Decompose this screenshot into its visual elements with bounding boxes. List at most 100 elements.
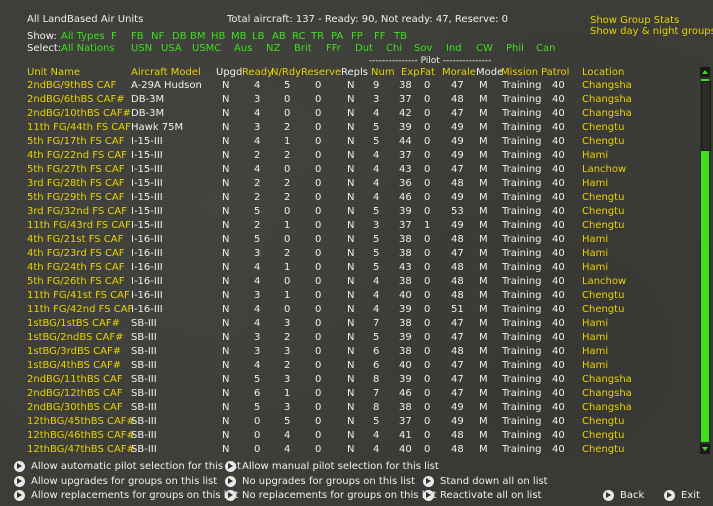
patrol-cell[interactable]: 40 [552,122,565,134]
aircraft-model-cell[interactable]: SB-III [131,416,157,428]
upgd-cell[interactable]: N [222,178,229,190]
repls-cell[interactable]: N [347,164,354,176]
type-filter-9[interactable]: AB [272,31,286,43]
nation-filter-0[interactable]: All Nations [61,43,115,55]
nation-filter-1[interactable]: USN [131,43,152,55]
location-cell[interactable]: Changsha [582,388,632,400]
mode-cell[interactable]: M [479,276,488,288]
upgd-cell[interactable]: N [222,388,229,400]
no-replacements-option[interactable]: No replacements for groups on this list [225,490,436,502]
repls-cell[interactable]: N [347,444,354,456]
unit-name-cell[interactable]: 1stBG/1stBS CAF# [27,318,120,330]
mode-cell[interactable]: M [479,430,488,442]
repls-cell[interactable]: N [347,94,354,106]
repls-cell[interactable]: N [347,290,354,302]
repls-cell[interactable]: N [347,276,354,288]
location-cell[interactable]: Hami [582,346,608,358]
aircraft-model-cell[interactable]: I-15-III [131,206,163,218]
repls-cell[interactable]: N [347,150,354,162]
table-row[interactable]: 1stBG/4thBS CAF# SB-III N 4 2 0 N 6 40 0 47 M Traini… [0,360,713,374]
repls-cell[interactable]: N [347,304,354,316]
mode-cell[interactable]: M [479,248,488,260]
scroll-up-icon[interactable] [700,67,710,77]
location-cell[interactable]: Hami [582,234,608,246]
mission-cell[interactable]: Training [502,164,541,176]
aircraft-model-cell[interactable]: I-16-III [131,234,163,246]
col-num[interactable]: Num [371,67,395,79]
repls-cell[interactable]: N [347,234,354,246]
mission-cell[interactable]: Training [502,290,541,302]
nation-filter-2[interactable]: USA [161,43,182,55]
mission-cell[interactable]: Training [502,108,541,120]
mode-cell[interactable]: M [479,150,488,162]
aircraft-model-cell[interactable]: Hawk 75M [131,122,183,134]
nation-filter-12[interactable]: CW [476,43,493,55]
unit-name-cell[interactable]: 1stBG/2ndBS CAF# [27,332,124,344]
upgd-cell[interactable]: N [222,374,229,386]
col-mode[interactable]: Mode [476,67,503,79]
location-cell[interactable]: Hami [582,248,608,260]
mode-cell[interactable]: M [479,108,488,120]
col-reserve[interactable]: Reserve [301,67,341,79]
patrol-cell[interactable]: 40 [552,94,565,106]
mission-cell[interactable]: Training [502,374,541,386]
mode-cell[interactable]: M [479,304,488,316]
patrol-cell[interactable]: 40 [552,164,565,176]
upgd-cell[interactable]: N [222,360,229,372]
aircraft-model-cell[interactable]: SB-III [131,444,157,456]
location-cell[interactable]: Hami [582,178,608,190]
unit-name-cell[interactable]: 11th FG/42nd FS CAF [27,304,133,316]
aircraft-model-cell[interactable]: A-29A Hudson [131,80,202,92]
col-location[interactable]: Location [582,67,624,79]
location-cell[interactable]: Changsha [582,94,632,106]
table-row[interactable]: 12thBG/47thBS CAF# SB-III N 0 4 0 N 4 40 0 48 M Trai… [0,444,713,458]
col-aircraft-model[interactable]: Aircraft Model [131,67,201,79]
upgd-cell[interactable]: N [222,220,229,232]
unit-name-cell[interactable]: 12thBG/45thBS CAF# [27,416,135,428]
aircraft-model-cell[interactable]: I-15-III [131,136,163,148]
repls-cell[interactable]: N [347,402,354,414]
mission-cell[interactable]: Training [502,206,541,218]
aircraft-model-cell[interactable]: I-16-III [131,276,163,288]
repls-cell[interactable]: N [347,430,354,442]
mode-cell[interactable]: M [479,192,488,204]
nation-filter-6[interactable]: Brit [294,43,312,55]
mission-cell[interactable]: Training [502,318,541,330]
aircraft-model-cell[interactable]: SB-III [131,360,157,372]
allow-replacements-option[interactable]: Allow replacements for groups on this li… [14,490,238,502]
patrol-cell[interactable]: 40 [552,332,565,344]
table-row[interactable]: 2ndBG/6thBS CAF# DB-3M N 3 0 0 N 3 37 0 48 M Trainin… [0,94,713,108]
repls-cell[interactable]: N [347,262,354,274]
table-row[interactable]: 5th FG/17th FS CAF I-15-III N 4 1 0 N 5 44 0 49 M Tr… [0,136,713,150]
upgd-cell[interactable]: N [222,346,229,358]
type-filter-14[interactable]: FF [374,31,386,43]
mode-cell[interactable]: M [479,416,488,428]
mission-cell[interactable]: Training [502,444,541,456]
upgd-cell[interactable]: N [222,80,229,92]
unit-name-cell[interactable]: 12thBG/47thBS CAF# [27,444,135,456]
patrol-cell[interactable]: 40 [552,304,565,316]
location-cell[interactable]: Chengtu [582,122,624,134]
nation-filter-11[interactable]: Ind [446,43,462,55]
patrol-cell[interactable]: 40 [552,178,565,190]
mission-cell[interactable]: Training [502,416,541,428]
location-cell[interactable]: Changsha [582,402,632,414]
mission-cell[interactable]: Training [502,220,541,232]
table-row[interactable]: 5th FG/29th FS CAF I-15-III N 2 2 0 N 4 46 0 49 M Tr… [0,192,713,206]
patrol-cell[interactable]: 40 [552,374,565,386]
unit-name-cell[interactable]: 4th FG/23rd FS CAF [27,248,125,260]
mission-cell[interactable]: Training [502,150,541,162]
mission-cell[interactable]: Training [502,80,541,92]
table-row[interactable]: 2ndBG/11thBS CAF SB-III N 5 3 0 N 8 39 0 47 M Traini… [0,374,713,388]
mode-cell[interactable]: M [479,346,488,358]
col-mission[interactable]: Mission [501,67,538,79]
location-cell[interactable]: Changsha [582,108,632,120]
repls-cell[interactable]: N [347,374,354,386]
aircraft-model-cell[interactable]: I-16-III [131,262,163,274]
mission-cell[interactable]: Training [502,346,541,358]
mode-cell[interactable]: M [479,206,488,218]
location-cell[interactable]: Chengtu [582,290,624,302]
location-cell[interactable]: Hami [582,332,608,344]
nation-filter-5[interactable]: NZ [266,43,280,55]
location-cell[interactable]: Lanchow [582,164,626,176]
